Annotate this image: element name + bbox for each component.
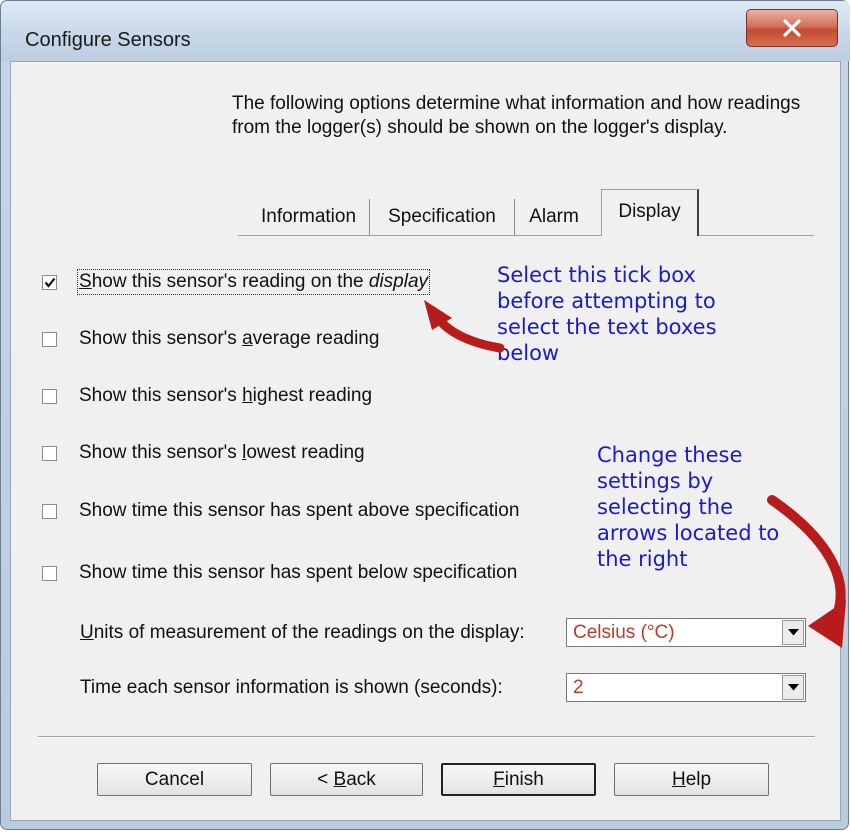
lowest-reading-label: Show this sensor's lowest reading bbox=[79, 442, 365, 463]
help-button-label: Help bbox=[671, 768, 712, 790]
time-above-spec-checkbox[interactable] bbox=[42, 503, 57, 519]
cancel-button-label: Cancel bbox=[144, 768, 205, 790]
close-icon bbox=[783, 19, 801, 37]
tab-information[interactable]: Information bbox=[248, 199, 370, 235]
units-select[interactable]: Celsius (°C) bbox=[566, 618, 806, 647]
settings-annotation: Change these settings by selecting the a… bbox=[597, 443, 780, 571]
duration-select[interactable]: 2 bbox=[566, 673, 806, 702]
duration-select-value: 2 bbox=[573, 677, 584, 698]
average-reading-checkbox[interactable] bbox=[42, 331, 57, 347]
tab-strip-line bbox=[238, 235, 814, 236]
reading-on-display-label: Show this sensor's reading on the displa… bbox=[76, 269, 431, 295]
highest-reading-label: Show this sensor's highest reading bbox=[79, 385, 373, 406]
finish-button-label: Finish bbox=[493, 768, 544, 790]
time-above-spec-label: Show time this sensor has spent above sp… bbox=[79, 500, 520, 521]
dropdown-arrow-icon bbox=[787, 629, 799, 636]
units-dropdown-button[interactable] bbox=[782, 620, 804, 645]
highest-reading-checkbox[interactable] bbox=[42, 388, 57, 404]
option-time-above-spec[interactable]: Show time this sensor has spent above sp… bbox=[42, 499, 519, 523]
time-below-spec-label: Show time this sensor has spent below sp… bbox=[79, 562, 518, 583]
option-average-reading[interactable]: Show this sensor's average reading bbox=[42, 327, 379, 351]
checkmark-icon bbox=[44, 277, 56, 288]
finish-button[interactable]: Finish bbox=[441, 763, 596, 796]
help-button[interactable]: Help bbox=[614, 763, 769, 796]
average-reading-label: Show this sensor's average reading bbox=[79, 328, 380, 349]
option-reading-on-display[interactable]: Show this sensor's reading on the displa… bbox=[42, 269, 431, 295]
tab-alarm[interactable]: Alarm bbox=[515, 199, 593, 235]
back-button-label: < Back bbox=[317, 768, 376, 790]
intro-text: The following options determine what inf… bbox=[232, 93, 801, 138]
tick-box-annotation: Select this tick box before attempting t… bbox=[497, 263, 717, 365]
duration-dropdown-button[interactable] bbox=[782, 675, 804, 700]
tab-specification[interactable]: Specification bbox=[370, 199, 515, 235]
tab-display[interactable]: Display bbox=[601, 189, 699, 236]
duration-label: Time each sensor information is shown (s… bbox=[80, 677, 503, 698]
tab-alarm-label: Alarm bbox=[529, 206, 579, 227]
lowest-reading-checkbox[interactable] bbox=[42, 445, 57, 461]
option-time-below-spec[interactable]: Show time this sensor has spent below sp… bbox=[42, 561, 517, 585]
back-button[interactable]: < Back bbox=[270, 763, 423, 796]
option-highest-reading[interactable]: Show this sensor's highest reading bbox=[42, 384, 372, 408]
cancel-button[interactable]: Cancel bbox=[97, 763, 252, 796]
window-title: Configure Sensors bbox=[25, 29, 191, 51]
time-below-spec-checkbox[interactable] bbox=[42, 565, 57, 581]
close-button[interactable] bbox=[746, 9, 838, 47]
tab-specification-label: Specification bbox=[388, 206, 496, 227]
option-lowest-reading[interactable]: Show this sensor's lowest reading bbox=[42, 441, 365, 465]
reading-on-display-checkbox[interactable] bbox=[42, 274, 57, 290]
units-label: Units of measurement of the readings on … bbox=[80, 622, 525, 643]
dropdown-arrow-icon bbox=[787, 684, 799, 691]
units-select-value: Celsius (°C) bbox=[573, 622, 675, 643]
tab-information-label: Information bbox=[260, 206, 357, 227]
title-bar[interactable]: Configure Sensors bbox=[1, 1, 850, 61]
button-separator bbox=[38, 736, 815, 738]
tab-display-label: Display bbox=[618, 201, 681, 222]
